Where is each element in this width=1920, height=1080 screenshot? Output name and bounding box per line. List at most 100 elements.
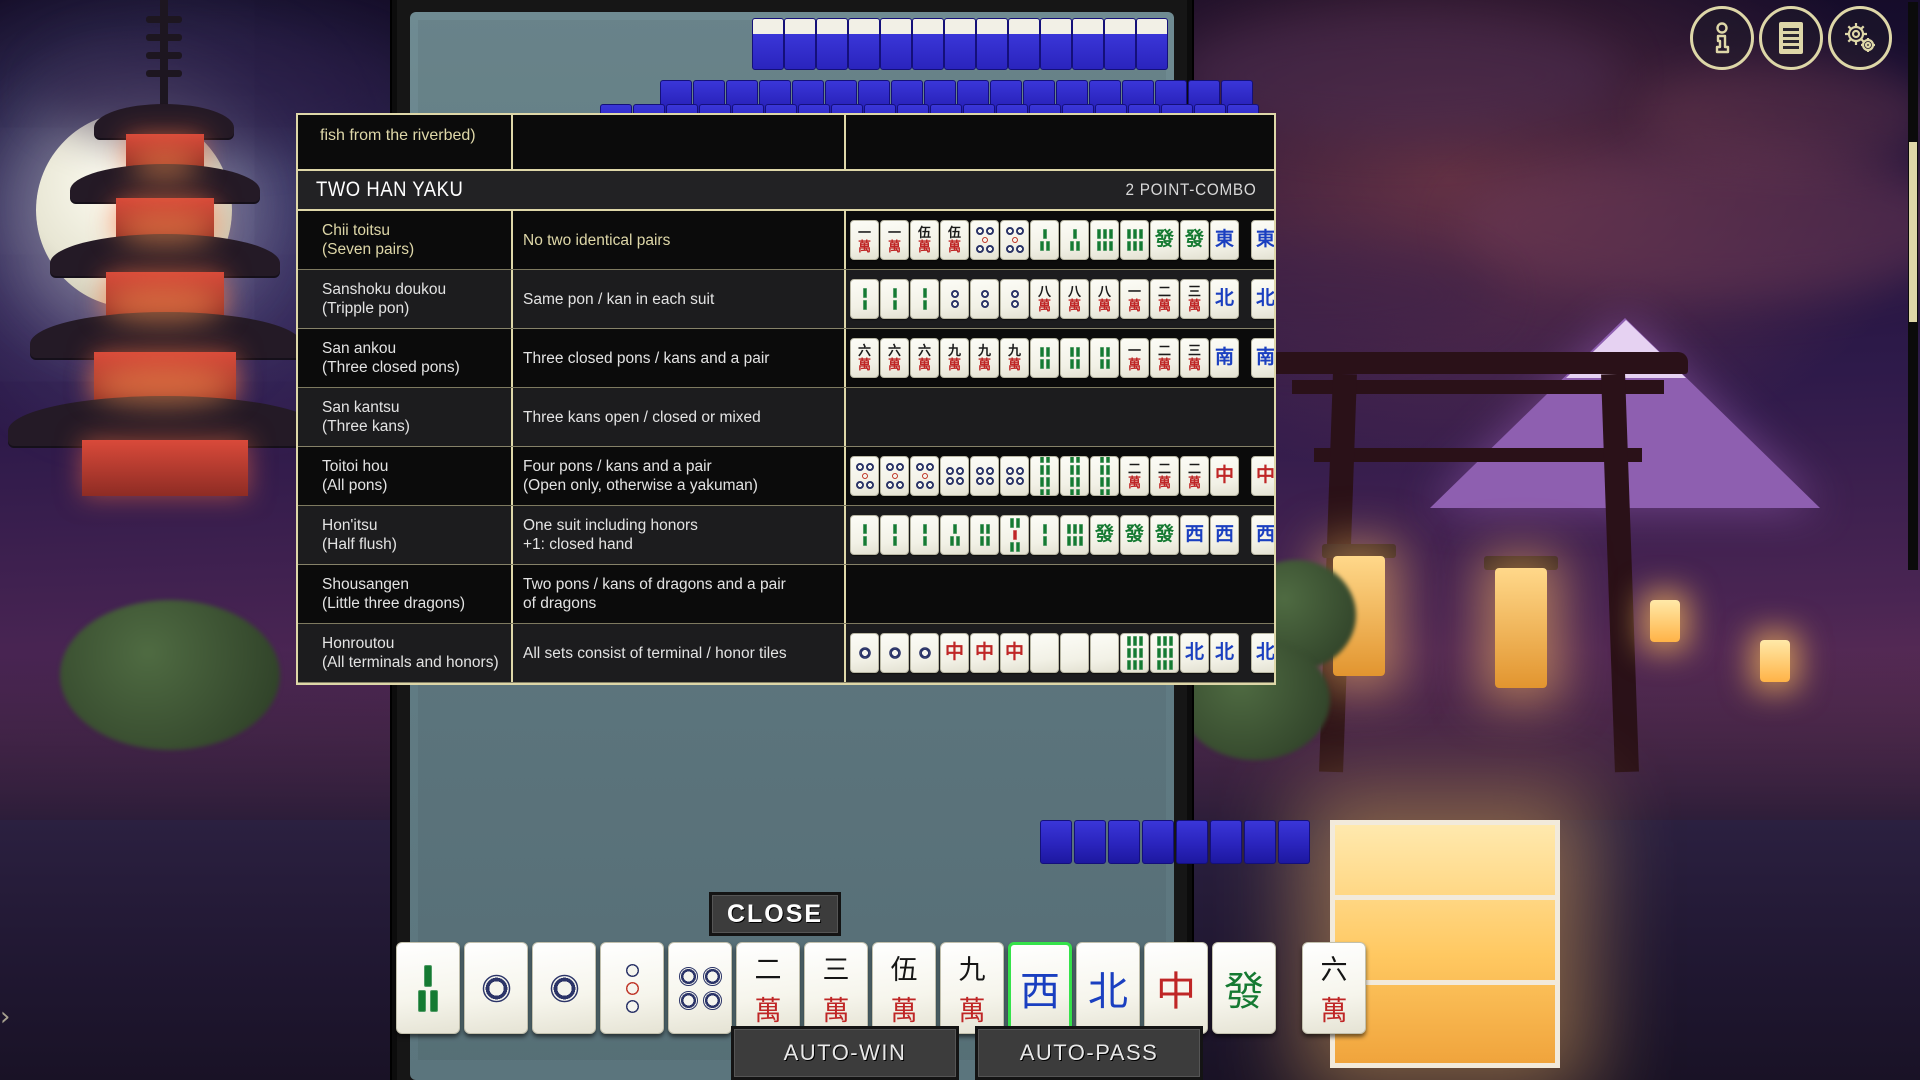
tile-bamboo xyxy=(892,524,897,534)
tile-dot xyxy=(1011,237,1018,243)
tile-dot xyxy=(980,290,989,298)
tile-dot xyxy=(925,481,934,489)
tile-bamboo xyxy=(1156,636,1161,646)
tile-wan-glyph: 萬 xyxy=(947,239,961,255)
tile-dot xyxy=(981,237,988,243)
tile-number-glyph: 二 xyxy=(1187,461,1201,477)
tile-bamboo xyxy=(1045,457,1050,463)
tile-bamboo xyxy=(1138,660,1143,670)
cloud xyxy=(1640,60,1920,170)
yaku-name: Sanshoku doukou xyxy=(322,281,447,298)
yaku-example-tile: 九萬 xyxy=(970,338,999,378)
hand-tile[interactable]: 伍萬 xyxy=(872,942,936,1034)
yaku-example-tile: 發 xyxy=(1150,220,1179,260)
tile-bamboo xyxy=(1075,465,1080,475)
pagoda xyxy=(8,0,322,560)
hand-tile[interactable]: 九萬 xyxy=(940,942,1004,1034)
wall-tile xyxy=(1244,820,1276,864)
hand-tile[interactable]: 三萬 xyxy=(804,942,868,1034)
tile-bamboo xyxy=(1168,636,1173,646)
tile-wan-glyph: 萬 xyxy=(1037,298,1051,314)
hand-tile[interactable] xyxy=(600,942,664,1034)
tile-wan-glyph: 萬 xyxy=(890,996,918,1026)
tile-wan-glyph: 萬 xyxy=(1157,357,1171,373)
tile-bamboo xyxy=(1069,465,1074,475)
yaku-example-tile: 中 xyxy=(970,633,999,673)
yaku-example-tile: 六萬 xyxy=(850,338,879,378)
wall-tile xyxy=(944,18,976,70)
hand-tile[interactable]: 六萬 xyxy=(1302,942,1366,1034)
yaku-name-cell: San ankou (Three closed pons) xyxy=(298,329,513,387)
yaku-name-translation: (Three kans) xyxy=(322,418,410,435)
yaku-example-tile: 八萬 xyxy=(1090,279,1119,319)
tile-bamboo xyxy=(1156,648,1161,658)
hand-tile[interactable] xyxy=(464,942,528,1034)
yaku-example-tile: 發 xyxy=(1180,220,1209,260)
yaku-name-translation: (Half flush) xyxy=(322,536,397,553)
yaku-description: No two identical pairs xyxy=(523,231,671,249)
tile-bamboo xyxy=(1105,489,1110,495)
tile-bamboo xyxy=(430,989,438,1012)
hand-tile[interactable]: 西 xyxy=(1008,942,1072,1034)
yaku-name: San ankou xyxy=(322,340,397,357)
yaku-example-hand: 二萬二萬二萬中中 xyxy=(846,447,1274,505)
tile-dot xyxy=(855,463,864,471)
log-button[interactable] xyxy=(1759,6,1823,70)
yaku-example-tile: 中 xyxy=(1000,633,1029,673)
hand-tile[interactable]: 中 xyxy=(1144,942,1208,1034)
tile-wan-glyph: 萬 xyxy=(1187,475,1201,491)
tree xyxy=(60,600,280,750)
tile-honor-glyph: 發 xyxy=(1094,523,1114,545)
tile-bamboo xyxy=(922,288,927,298)
tile-wan-glyph: 萬 xyxy=(977,357,991,373)
tile-dot xyxy=(921,473,928,479)
hand-tile[interactable] xyxy=(532,942,596,1034)
tile-bamboo xyxy=(1012,530,1017,540)
yaku-example-tile xyxy=(880,515,909,555)
tile-bamboo xyxy=(1126,229,1131,239)
tile-dot xyxy=(975,245,984,253)
tile-bamboo xyxy=(1168,660,1173,670)
yaku-description-cell: All sets consist of terminal / honor til… xyxy=(513,624,846,682)
hand-tile[interactable]: 二萬 xyxy=(736,942,800,1034)
tile-number-glyph: 九 xyxy=(977,343,991,359)
tile-dot xyxy=(861,473,868,479)
yaku-description-note: (Open only, otherwise a yakuman) xyxy=(523,477,758,494)
tile-dot xyxy=(975,467,984,475)
hand-tile[interactable]: 發 xyxy=(1212,942,1276,1034)
info-button[interactable] xyxy=(1690,6,1754,70)
hand-tile[interactable]: 北 xyxy=(1076,942,1140,1034)
yaku-name-cell: Honroutou (All terminals and honors) xyxy=(298,624,513,682)
tile-dot xyxy=(925,463,934,471)
yaku-name: Toitoi hou xyxy=(322,458,389,475)
hand-tile[interactable] xyxy=(396,942,460,1034)
sidebar-toggle-arrow[interactable]: › xyxy=(0,1000,22,1034)
hand-tile[interactable] xyxy=(668,942,732,1034)
yaku-example-hand: 一萬一萬伍萬伍萬發發東東 xyxy=(846,211,1274,269)
tile-bamboo xyxy=(1102,241,1107,251)
tile-number-glyph: 二 xyxy=(1157,343,1171,359)
wall-tile xyxy=(880,18,912,70)
tile-number-glyph: 六 xyxy=(917,343,931,359)
dialog-scrollbar-thumb[interactable] xyxy=(1909,142,1917,322)
tile-bamboo xyxy=(1132,229,1137,239)
dialog-scrollbar[interactable] xyxy=(1908,2,1918,570)
tile-bamboo xyxy=(1132,660,1137,670)
yaku-example-tile xyxy=(1000,456,1029,496)
close-button[interactable]: CLOSE xyxy=(709,892,841,936)
yaku-example-tile: 中 xyxy=(1210,456,1239,496)
auto-pass-button[interactable]: AUTO-PASS xyxy=(975,1026,1203,1080)
yaku-example-tile xyxy=(1000,220,1029,260)
tile-bamboo xyxy=(955,536,960,546)
auto-win-button[interactable]: AUTO-WIN xyxy=(731,1026,959,1080)
yaku-example-tile: 伍萬 xyxy=(910,220,939,260)
yaku-name-cell: Shousangen (Little three dragons) xyxy=(298,565,513,623)
tile-dot xyxy=(1015,227,1024,235)
yaku-example-tile: 二萬 xyxy=(1150,338,1179,378)
tile-bamboo xyxy=(1072,229,1077,239)
tile-bamboo xyxy=(1039,347,1044,357)
yaku-row: Honroutou (All terminals and honors) All s… xyxy=(298,624,1274,683)
yaku-example-tile xyxy=(910,633,939,673)
settings-button[interactable] xyxy=(1828,6,1892,70)
tile-bamboo xyxy=(1099,347,1104,357)
